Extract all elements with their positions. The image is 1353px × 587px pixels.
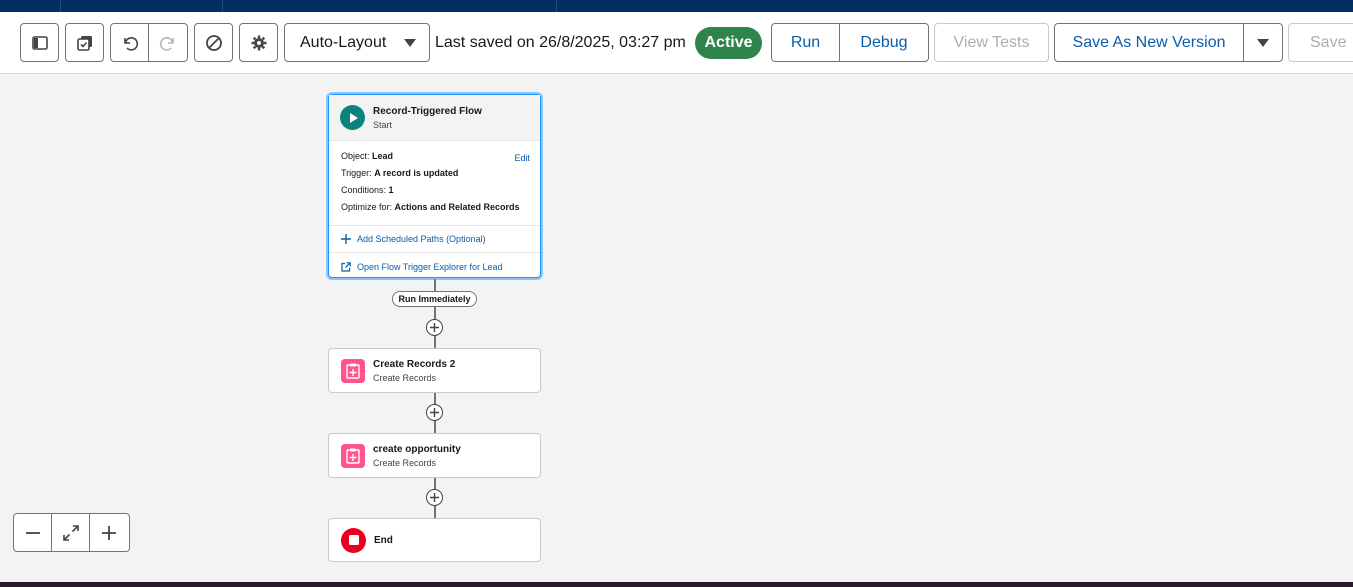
add-element-button[interactable]: [426, 404, 443, 421]
fit-view-button[interactable]: [52, 514, 90, 551]
create-records-icon: [341, 443, 365, 468]
save-options-button[interactable]: [1243, 23, 1283, 62]
global-header-bar: [0, 0, 1353, 12]
chevron-down-icon: [404, 39, 416, 47]
minus-icon: [25, 531, 40, 534]
create-records-node[interactable]: Create Records 2 Create Records: [328, 348, 541, 393]
stop-icon: [341, 527, 366, 553]
flow-builder-toolbar: Auto-Layout Last saved on 26/8/2025, 03:…: [0, 12, 1353, 74]
block-icon: [205, 34, 222, 51]
save-as-new-version-button[interactable]: Save As New Version: [1054, 23, 1244, 62]
trigger-value: A record is updated: [374, 168, 459, 178]
node-title: Create Records 2: [373, 358, 456, 370]
expand-icon: [62, 524, 79, 541]
redo-icon: [159, 36, 174, 51]
manager-button[interactable]: [65, 23, 104, 62]
settings-button[interactable]: [239, 23, 278, 62]
node-subtitle: Create Records: [373, 457, 437, 468]
start-node-header: Record-Triggered Flow Start: [329, 95, 540, 141]
last-saved-text: Last saved on 26/8/2025, 03:27 pm: [435, 34, 686, 51]
object-row: Object: Lead: [341, 151, 529, 168]
open-trigger-explorer-link[interactable]: Open Flow Trigger Explorer for Lead: [329, 253, 540, 280]
path-label[interactable]: Run Immediately: [392, 291, 477, 307]
plus-icon: [430, 408, 439, 417]
trigger-row: Trigger: A record is updated: [341, 168, 529, 185]
bottom-utility-bar: [0, 582, 1353, 587]
plus-icon: [430, 493, 439, 502]
plus-icon: [430, 323, 439, 332]
add-element-button[interactable]: [426, 319, 443, 336]
undo-icon: [123, 36, 138, 51]
run-button[interactable]: Run: [771, 23, 840, 62]
copy-check-icon: [76, 35, 92, 51]
zoom-in-button[interactable]: [90, 514, 128, 551]
optimize-row: Optimize for: Actions and Related Record…: [341, 202, 529, 219]
trigger-label: Trigger:: [341, 168, 372, 178]
status-badge: Active: [695, 27, 762, 59]
node-title: create opportunity: [373, 443, 461, 455]
plus-icon: [102, 525, 116, 540]
add-element-button[interactable]: [426, 489, 443, 506]
end-node[interactable]: End: [328, 518, 541, 562]
view-tests-button[interactable]: View Tests: [934, 23, 1049, 62]
header-tab-divider: [556, 0, 557, 12]
edit-trigger-link[interactable]: Edit: [514, 153, 530, 163]
gear-icon: [251, 35, 266, 50]
optimize-value: Actions and Related Records: [394, 202, 520, 212]
undo-button[interactable]: [110, 23, 149, 62]
object-value: Lead: [372, 151, 394, 161]
conditions-value: 1: [388, 185, 394, 195]
start-node-subtitle: Start: [373, 119, 393, 130]
open-trigger-explorer-label: Open Flow Trigger Explorer for Lead: [357, 261, 503, 272]
end-node-title: End: [374, 534, 393, 546]
play-icon: [340, 105, 365, 130]
optimize-label: Optimize for:: [341, 202, 393, 212]
debug-button[interactable]: Debug: [839, 23, 929, 62]
node-subtitle: Create Records: [373, 372, 437, 383]
chevron-down-icon: [1257, 38, 1269, 47]
zoom-controls: [13, 513, 130, 552]
start-node-card[interactable]: Record-Triggered Flow Start Edit Object:…: [328, 94, 541, 278]
redo-button[interactable]: [149, 23, 188, 62]
zoom-out-button[interactable]: [14, 514, 52, 551]
header-tab-divider: [60, 0, 61, 12]
add-icon: [341, 234, 351, 244]
object-label: Object:: [341, 151, 370, 161]
add-scheduled-paths-label: Add Scheduled Paths (Optional): [357, 234, 486, 244]
create-records-icon: [341, 358, 365, 383]
header-tab-divider: [222, 0, 223, 12]
toggle-panel-button[interactable]: [20, 23, 59, 62]
start-node-properties: Edit Object: Lead Trigger: A record is u…: [329, 141, 540, 226]
new-window-icon: [341, 261, 351, 272]
save-button[interactable]: Save: [1288, 23, 1353, 62]
layout-select[interactable]: Auto-Layout: [284, 23, 430, 62]
connector-line: [434, 279, 436, 348]
create-opportunity-node[interactable]: create opportunity Create Records: [328, 433, 541, 478]
add-scheduled-paths-link[interactable]: Add Scheduled Paths (Optional): [329, 226, 540, 253]
layout-select-value: Auto-Layout: [300, 33, 387, 51]
deactivate-button[interactable]: [194, 23, 233, 62]
conditions-row: Conditions: 1: [341, 185, 529, 202]
conditions-label: Conditions:: [341, 185, 387, 195]
panel-icon: [31, 35, 48, 50]
start-node-title: Record-Triggered Flow: [373, 105, 482, 117]
